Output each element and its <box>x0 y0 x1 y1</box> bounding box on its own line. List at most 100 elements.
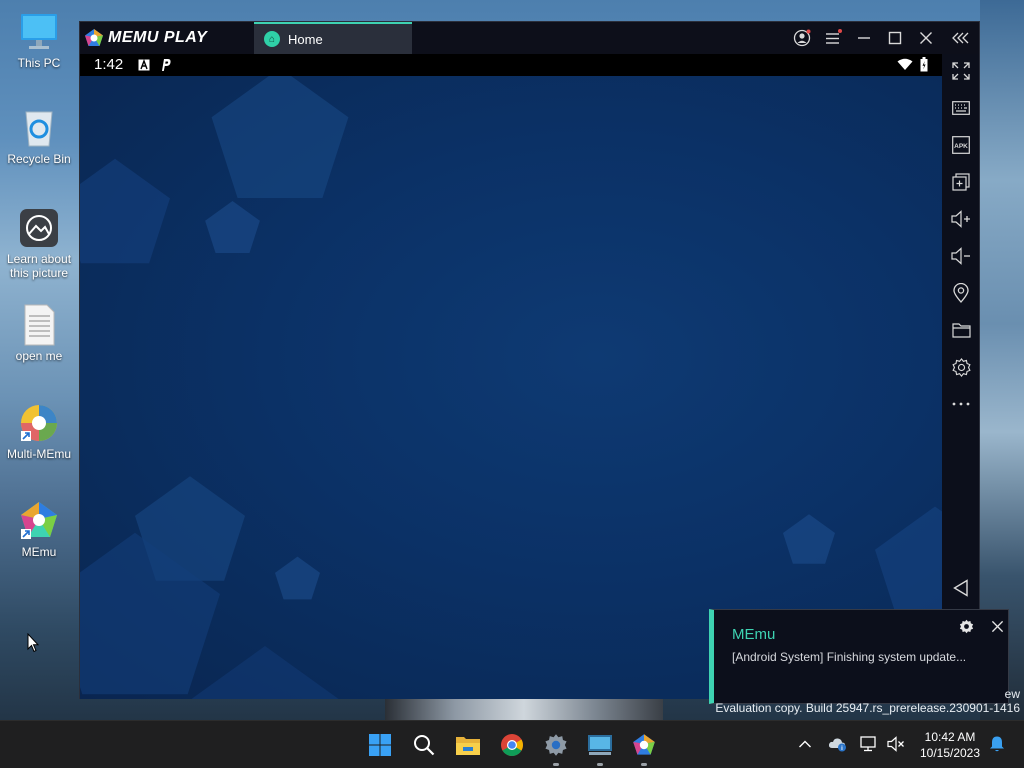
apk-button[interactable]: APK <box>950 134 972 156</box>
settings-icon <box>951 357 971 377</box>
more-icon <box>952 402 970 406</box>
wallpaper-shape <box>211 76 349 198</box>
close-button[interactable] <box>916 28 936 48</box>
minimize-button[interactable] <box>854 28 874 48</box>
wallpaper-shape <box>783 514 835 564</box>
volume-up-icon <box>951 210 970 228</box>
account-button[interactable] <box>792 28 812 48</box>
running-indicator <box>597 763 603 766</box>
keyboard-button[interactable] <box>950 97 972 119</box>
watermark-line-1: ew <box>1004 687 1020 701</box>
desktop-icon-label: Recycle Bin <box>7 152 71 166</box>
notifications-button[interactable] <box>986 733 1008 755</box>
minimize-icon <box>858 37 870 39</box>
onedrive-button[interactable]: i <box>827 733 849 755</box>
watermark-build: Evaluation copy. Build 25947.rs_prerelea… <box>715 701 1020 715</box>
tab-home[interactable]: ⌂ Home <box>254 22 412 54</box>
fullscreen-button[interactable] <box>950 60 972 82</box>
network-button[interactable] <box>858 733 880 755</box>
memu-window: MEMU PLAY ⌂ Home 1:42 APK <box>79 21 980 699</box>
more-button[interactable] <box>950 393 972 415</box>
android-home-screen[interactable] <box>80 76 942 699</box>
recycle-bin-icon <box>25 111 53 147</box>
clock-date: 10/15/2023 <box>919 746 981 760</box>
multi-window-button[interactable] <box>950 171 972 193</box>
file-explorer-button[interactable] <box>452 729 484 761</box>
onedrive-icon: i <box>828 738 846 752</box>
battery-icon <box>920 57 928 72</box>
folder-button[interactable] <box>950 319 972 341</box>
collapse-sidebar-button[interactable] <box>951 28 971 48</box>
running-indicator <box>641 763 647 766</box>
search-button[interactable] <box>408 729 440 761</box>
settings-button[interactable] <box>950 356 972 378</box>
volume-down-button[interactable] <box>950 245 972 267</box>
notification-settings-button[interactable] <box>956 616 976 636</box>
desktop-icon-label: open me <box>15 349 63 363</box>
wallpaper-shape <box>275 556 320 600</box>
location-button[interactable] <box>950 282 972 304</box>
notification-close-button[interactable] <box>987 616 1007 636</box>
svg-text:APK: APK <box>954 143 968 150</box>
desktop-icon-multi-memu[interactable]: Multi-MEmu <box>4 401 74 461</box>
desktop-icon-memu[interactable]: MEmu <box>4 499 74 559</box>
back-button[interactable] <box>950 577 972 599</box>
memu-taskbar-icon <box>633 734 655 755</box>
desktop-icon-label: Multi-MEmu <box>6 447 71 461</box>
desktop-icon-label: This PC <box>17 56 61 70</box>
desktop-icon-recycle-bin[interactable]: Recycle Bin <box>4 106 74 166</box>
notification-p-icon <box>162 59 171 71</box>
memu-titlebar[interactable]: MEMU PLAY ⌂ Home <box>80 22 979 54</box>
settings-taskbar-button[interactable] <box>540 729 572 766</box>
menu-button[interactable] <box>823 28 843 48</box>
home-tab-icon: ⌂ <box>264 31 280 47</box>
close-icon <box>920 32 932 44</box>
wallpaper-shape <box>191 646 339 699</box>
start-button[interactable] <box>364 729 396 761</box>
desktop-icon-label: Learn about this picture <box>6 252 72 280</box>
collapse-sidebar-icon <box>952 32 969 44</box>
multi-memu-icon <box>21 405 57 441</box>
running-indicator <box>553 763 559 766</box>
network-icon <box>860 736 876 752</box>
chevron-up-icon <box>799 740 811 748</box>
file-explorer-icon <box>456 737 480 755</box>
clock[interactable]: 10:42 AM 10/15/2023 <box>914 729 986 761</box>
close-icon <box>991 620 1003 632</box>
desktop-icon-open-me[interactable]: open me <box>4 303 74 363</box>
desktop-icon-learn-picture[interactable]: Learn about this picture <box>4 206 74 280</box>
memu-logo-text: MEMU PLAY <box>108 29 208 46</box>
notification-a-icon <box>138 59 150 71</box>
volume-button[interactable] <box>885 733 907 755</box>
bell-icon <box>990 736 1004 752</box>
tab-home-label: Home <box>288 31 323 47</box>
settings-icon <box>545 734 567 756</box>
search-icon <box>414 735 435 756</box>
keyboard-icon <box>952 101 970 115</box>
memu-taskbar-button[interactable] <box>628 729 660 766</box>
notification-toast[interactable]: MEmu [Android System] Finishing system u… <box>709 609 1009 704</box>
chrome-button[interactable] <box>496 729 528 761</box>
camera-info-icon <box>20 209 58 247</box>
maximize-button[interactable] <box>885 28 905 48</box>
back-icon <box>953 579 968 597</box>
volume-muted-icon <box>887 736 904 752</box>
desktop-icon-this-pc[interactable]: This PC <box>4 10 74 70</box>
volume-up-button[interactable] <box>950 208 972 230</box>
memu-logo-icon <box>85 29 103 46</box>
wifi-icon <box>897 58 913 70</box>
volume-down-icon <box>951 247 970 265</box>
memu-sidebar: APK <box>942 54 979 699</box>
notification-title: MEmu <box>732 626 776 643</box>
memu-icon <box>21 502 57 539</box>
desktop-icon-label: MEmu <box>21 545 57 559</box>
wallpaper-shape <box>80 158 170 264</box>
memu-multi-taskbar-button[interactable] <box>584 729 616 766</box>
mouse-cursor-icon <box>27 633 39 653</box>
monitor-icon <box>21 14 57 49</box>
wallpaper-strip <box>385 698 663 720</box>
folder-icon <box>951 323 971 338</box>
fullscreen-icon <box>952 62 970 80</box>
chrome-icon <box>501 734 523 756</box>
show-hidden-icons-button[interactable] <box>794 733 816 755</box>
